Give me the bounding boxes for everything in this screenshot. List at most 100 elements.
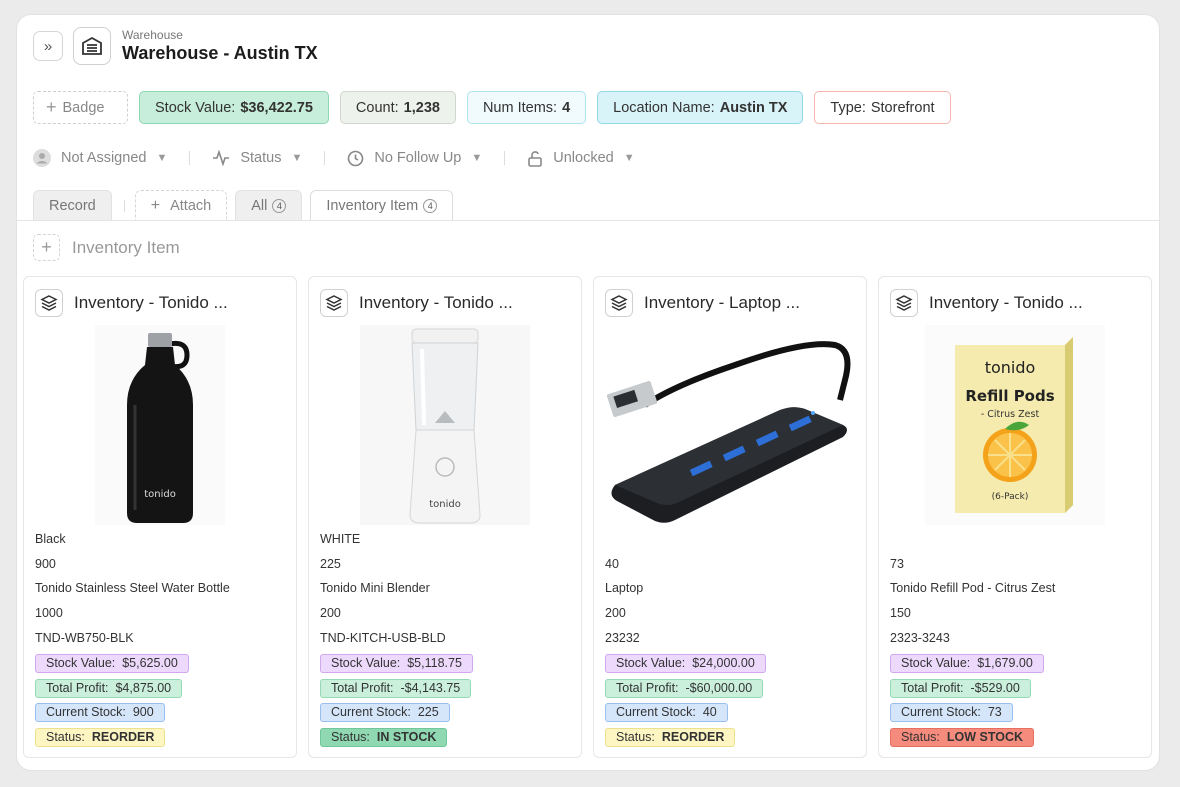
status-pill: Status: LOW STOCK bbox=[890, 728, 1035, 748]
chevron-down-icon: ▼ bbox=[291, 152, 303, 164]
badge-stock-value[interactable]: Stock Value: $36,422.75 bbox=[139, 91, 329, 124]
layers-icon bbox=[35, 289, 63, 317]
follow-up-dropdown[interactable]: No Follow Up ▼ bbox=[347, 150, 482, 167]
plus-icon: + bbox=[150, 196, 161, 214]
box-pack-text: (6-Pack) bbox=[992, 492, 1029, 502]
card-title[interactable]: Inventory - Tonido ... bbox=[359, 293, 513, 313]
product-image-usb-hub bbox=[605, 325, 855, 525]
clock-icon bbox=[347, 150, 364, 167]
chevron-down-icon: ▼ bbox=[471, 152, 483, 164]
stock-value-pill: Stock Value: $5,118.75 bbox=[320, 653, 473, 673]
current-stock-pill: Current Stock: 900 bbox=[35, 703, 165, 723]
stock-value-pill: Stock Value: $5,625.00 bbox=[35, 653, 189, 673]
badge-bar: + Badge Stock Value: $36,422.75 Count: 1,2… bbox=[33, 91, 962, 124]
card-fields: 40 Laptop 200 23232 Stock Value: $24,000… bbox=[605, 552, 858, 750]
total-profit-pill: Total Profit: $4,875.00 bbox=[35, 678, 183, 698]
section-title: Inventory Item bbox=[72, 237, 180, 257]
lock-label: Unlocked bbox=[553, 150, 614, 166]
add-badge-button[interactable]: + Badge bbox=[33, 91, 128, 124]
product-image-blender: tonido bbox=[320, 325, 570, 525]
tab-count-badge: 4 bbox=[423, 198, 438, 213]
field-sku: 2323-3243 bbox=[890, 631, 950, 646]
card-title[interactable]: Inventory - Tonido ... bbox=[929, 293, 1083, 313]
add-inventory-item-button[interactable]: + bbox=[33, 234, 60, 261]
field-color: Black bbox=[35, 531, 66, 546]
inventory-card[interactable]: Inventory - Tonido ... tonido Refill Pod… bbox=[878, 276, 1152, 758]
layers-icon bbox=[320, 289, 348, 317]
card-fields: Black 900 Tonido Stainless Steel Water B… bbox=[35, 527, 288, 750]
assignee-label: Not Assigned bbox=[61, 150, 147, 166]
attach-button[interactable]: + Attach bbox=[134, 190, 228, 221]
status-dropdown[interactable]: Status ▼ bbox=[212, 150, 302, 166]
badge-value: 1,238 bbox=[403, 99, 440, 116]
stock-value-pill: Stock Value: $1,679.00 bbox=[890, 653, 1044, 673]
product-image-refill-box: tonido Refill Pods - Citrus Zest (6-Pack… bbox=[890, 325, 1140, 525]
card-title[interactable]: Inventory - Tonido ... bbox=[74, 293, 228, 313]
field-quantity: 40 bbox=[605, 556, 619, 571]
bottle-brand-text: tonido bbox=[144, 489, 176, 500]
tab-inventory-item[interactable]: Inventory Item 4 bbox=[310, 190, 454, 221]
field-product-name: Laptop bbox=[605, 581, 644, 596]
field-reorder-level: 200 bbox=[320, 606, 341, 621]
box-brand-text: tonido bbox=[985, 358, 1036, 377]
plus-icon: + bbox=[46, 97, 57, 117]
field-product-name: Tonido Stainless Steel Water Bottle bbox=[35, 581, 230, 596]
box-subtitle-text: - Citrus Zest bbox=[981, 409, 1040, 420]
badge-value: Storefront bbox=[870, 99, 935, 116]
warehouse-icon bbox=[73, 27, 111, 65]
assignee-dropdown[interactable]: Not Assigned ▼ bbox=[33, 149, 167, 167]
field-reorder-level: 200 bbox=[605, 606, 626, 621]
breadcrumb[interactable]: Warehouse bbox=[122, 28, 318, 42]
add-badge-label: Badge bbox=[62, 99, 105, 116]
activity-icon bbox=[212, 150, 230, 166]
field-quantity: 900 bbox=[35, 556, 56, 571]
section-header: + Inventory Item bbox=[33, 234, 180, 261]
total-profit-pill: Total Profit: -$4,143.75 bbox=[320, 678, 472, 698]
unlock-icon bbox=[527, 150, 543, 167]
current-stock-pill: Current Stock: 225 bbox=[320, 703, 450, 723]
badge-location-name[interactable]: Location Name: Austin TX bbox=[597, 91, 804, 124]
stock-value-pill: Stock Value: $24,000.00 bbox=[605, 653, 766, 673]
box-title-text: Refill Pods bbox=[965, 387, 1054, 405]
tab-all[interactable]: All 4 bbox=[235, 190, 303, 221]
record-header: » Warehouse Warehouse - Austin TX bbox=[33, 27, 318, 65]
double-chevron-right-icon: » bbox=[43, 37, 53, 55]
divider bbox=[189, 151, 191, 165]
inventory-card[interactable]: Inventory - Laptop ... 40 Laptop 200 232… bbox=[593, 276, 867, 758]
badge-value: $36,422.75 bbox=[240, 99, 313, 116]
card-fields: 73 Tonido Refill Pod - Citrus Zest 150 2… bbox=[890, 552, 1143, 750]
card-title[interactable]: Inventory - Laptop ... bbox=[644, 293, 800, 313]
status-pill: Status: REORDER bbox=[605, 728, 736, 748]
chevron-down-icon: ▼ bbox=[156, 152, 168, 164]
field-reorder-level: 1000 bbox=[35, 606, 63, 621]
divider bbox=[504, 151, 506, 165]
badge-num-items[interactable]: Num Items: 4 bbox=[466, 91, 587, 124]
expand-panel-button[interactable]: » bbox=[33, 31, 63, 61]
tab-label: Inventory Item bbox=[326, 197, 419, 214]
field-sku: TND-WB750-BLK bbox=[35, 631, 134, 646]
badge-count[interactable]: Count: 1,238 bbox=[339, 91, 456, 124]
lock-dropdown[interactable]: Unlocked ▼ bbox=[527, 150, 635, 167]
current-stock-pill: Current Stock: 73 bbox=[890, 703, 1013, 723]
product-image-bottle: tonido bbox=[35, 325, 285, 525]
inventory-card[interactable]: Inventory - Tonido ... tonido Black 900 … bbox=[23, 276, 297, 758]
tab-label: Record bbox=[49, 198, 96, 214]
field-quantity: 73 bbox=[890, 556, 904, 571]
badge-label: Stock Value: bbox=[155, 99, 236, 116]
tab-record[interactable]: Record bbox=[33, 190, 112, 221]
tab-bar: Record + Attach All 4 Inventory Item 4 bbox=[33, 189, 461, 221]
divider bbox=[123, 200, 125, 212]
current-stock-pill: Current Stock: 40 bbox=[605, 703, 728, 723]
status-label: Status bbox=[240, 150, 282, 166]
inventory-card[interactable]: Inventory - Tonido ... tonido WHITE 225 … bbox=[308, 276, 582, 758]
field-sku: TND-KITCH-USB-BLD bbox=[320, 631, 446, 646]
layers-icon bbox=[605, 289, 633, 317]
badge-type[interactable]: Type: Storefront bbox=[814, 91, 951, 124]
tab-label: All bbox=[251, 198, 268, 214]
total-profit-pill: Total Profit: -$529.00 bbox=[890, 678, 1031, 698]
layers-icon bbox=[890, 289, 918, 317]
tab-label: Attach bbox=[170, 197, 212, 214]
badge-label: Num Items: bbox=[482, 99, 558, 116]
badge-label: Count: bbox=[355, 99, 399, 116]
badge-label: Location Name: bbox=[613, 99, 715, 116]
